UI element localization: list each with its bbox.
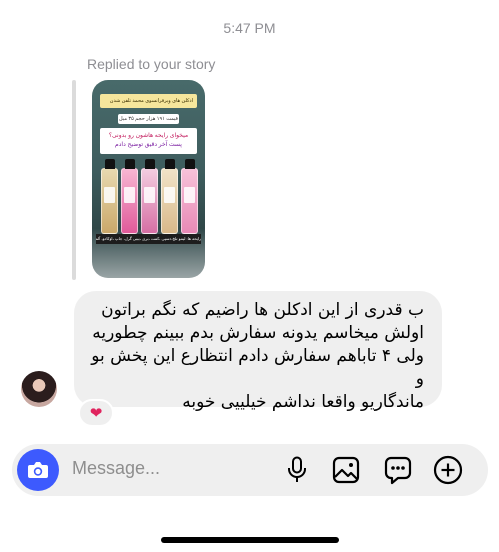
message-line: اولش میخاسم یدونه سفارش بدم ببینم چطوریه [92, 323, 424, 343]
microphone-icon [288, 456, 306, 482]
story-headline: میخوای رایحه هاشون رو بدونی؟ پست آخر دقی… [100, 128, 197, 154]
microphone-button[interactable] [280, 453, 314, 487]
story-headline-line2: پست آخر دقیق توضیح دادم [115, 142, 182, 148]
plus-icon [433, 455, 463, 485]
plus-button[interactable] [431, 453, 465, 487]
perfume-bottle [161, 159, 178, 234]
camera-icon [28, 462, 48, 478]
perfume-bottle [101, 159, 118, 234]
reply-indicator-bar [72, 80, 76, 280]
sticker-button[interactable] [381, 453, 415, 487]
story-headline-line1: میخوای رایحه هاشون رو بدونی؟ [108, 133, 189, 139]
gallery-button[interactable] [329, 453, 363, 487]
perfume-bottle [121, 159, 138, 234]
sticker-icon [384, 456, 412, 485]
dm-thread: 5:47 PM Replied to your story ادکلن های … [0, 0, 499, 552]
perfume-bottle [181, 159, 198, 234]
image-icon [332, 456, 360, 484]
message-timestamp: 5:47 PM [223, 20, 276, 36]
message-line: ب قدری از این ادکلن ها راضیم که نگم برات… [101, 300, 424, 320]
story-banner: ادکلن های ویرفرانسوی محمد تلفن شدن [100, 94, 197, 108]
message-line: ولی ۴ تاباهم سفارش دادم انتظارع این پخش … [91, 346, 424, 389]
message-line: ماندگاریو واقعا نداشم خیلییی خوبه [182, 392, 424, 412]
perfume-bottles [98, 156, 199, 234]
camera-button[interactable] [17, 449, 59, 491]
story-preview[interactable]: ادکلن های ویرفرانسوی محمد تلفن شدن قیمت … [92, 80, 205, 278]
perfume-bottle [141, 159, 158, 234]
message-text: ب قدری از این ادکلن ها راضیم که نگم برات… [74, 291, 442, 412]
message-input[interactable]: Message... [72, 458, 160, 479]
heart-reaction[interactable]: ❤ [78, 399, 114, 427]
sender-avatar[interactable] [21, 371, 57, 407]
story-price: قیمت ۱۹۱ هزار حجم ۳۵ میل [118, 114, 179, 124]
home-indicator [161, 537, 339, 543]
reply-context-label: Replied to your story [87, 56, 216, 72]
story-footer: رایحه ها: لیمو تلخ،دسپی ،کمت ،بری ،بیبی … [96, 234, 201, 244]
